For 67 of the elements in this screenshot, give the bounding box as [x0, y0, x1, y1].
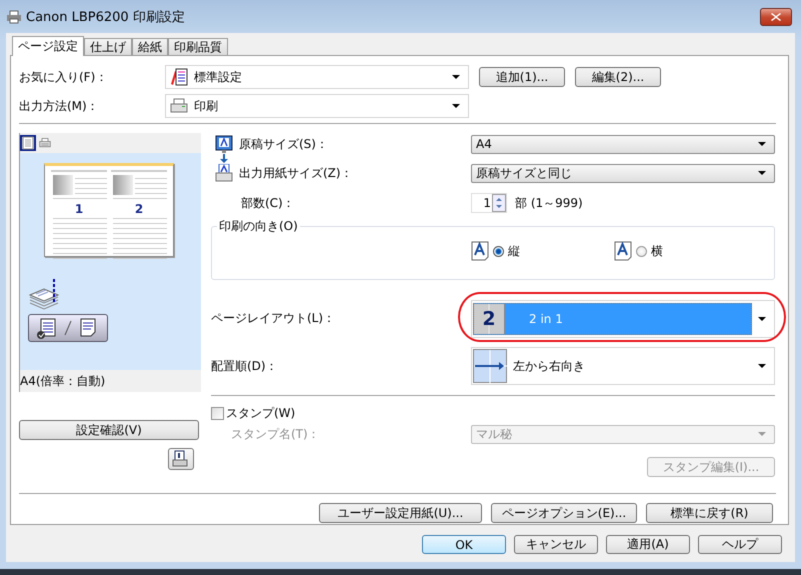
radio-button[interactable] [493, 246, 504, 256]
radio-label: 縦 [508, 242, 520, 260]
field-label: お気に入り(F)： [19, 68, 108, 86]
caret-icon [758, 142, 766, 146]
copies-spinner[interactable]: 1 [471, 193, 507, 213]
printer-icon [170, 98, 188, 114]
page-number: 1 [74, 202, 84, 216]
letter-a-page-icon [471, 241, 489, 261]
view-mode-button[interactable] [20, 135, 36, 151]
copies-range: 部 (1～999) [515, 194, 584, 212]
page-layout-dropdown[interactable]: 2 2 in 1 [471, 300, 775, 338]
tab[interactable]: 給紙 [132, 38, 168, 55]
monitor-document-icon [215, 135, 233, 153]
dropdown-value: 2 in 1 [529, 312, 563, 326]
caret-icon [758, 432, 766, 436]
spin-arrows-icon [492, 194, 506, 212]
button[interactable]: ページオプション(E)... [491, 503, 637, 523]
button[interactable]: キャンセル [514, 535, 598, 554]
letter-a-page-icon [614, 241, 632, 261]
radio-button[interactable] [636, 246, 647, 256]
caret-icon [758, 171, 766, 175]
checkbox-label: スタンプ(W) [226, 404, 296, 422]
dropdown[interactable]: 原稿サイズと同じ [471, 164, 775, 182]
button[interactable]: 標準に戻す(R) [646, 503, 773, 523]
dropdown[interactable]: 標準設定 [165, 65, 469, 89]
page-number: 2 [134, 202, 144, 216]
button[interactable]: 追加(1)... [479, 67, 565, 87]
field-label: スタンプ名(T)： [230, 426, 321, 442]
tab[interactable]: 仕上げ [84, 38, 132, 55]
checkbox[interactable] [211, 406, 224, 420]
page-icon [22, 136, 34, 150]
tab[interactable]: ページ設定 [12, 36, 84, 56]
close-icon [771, 12, 781, 20]
caret-icon [758, 317, 766, 321]
dropdown[interactable]: 左から右向き [471, 347, 775, 385]
caret-icon [758, 364, 766, 368]
field-label: 出力用紙サイズ(Z)： [239, 164, 353, 182]
field-label: ページレイアウト(L)： [211, 310, 336, 326]
caret-icon [452, 104, 460, 108]
button[interactable]: ヘルプ [698, 535, 782, 554]
info-printer-icon [172, 450, 190, 468]
info-button[interactable] [168, 448, 194, 470]
field-label: 配置順(D)： [211, 358, 279, 374]
layout-number-icon: 2 [474, 304, 505, 334]
field-label: 部数(C)： [240, 194, 296, 212]
field-label: 原稿サイズ(S)： [239, 136, 328, 152]
dropdown[interactable]: 印刷 [165, 94, 469, 118]
group-label: 印刷の向き(O) [217, 219, 300, 233]
duplex-toggle-button[interactable] [28, 314, 108, 342]
dropdown[interactable]: A4 [471, 134, 775, 154]
window-title: Canon LBP6200 印刷設定 [26, 8, 185, 26]
notepad-icon [170, 68, 188, 86]
down-arrow-icon [220, 154, 228, 163]
button[interactable]: 編集(2)... [575, 67, 661, 87]
printer-document-icon [215, 164, 233, 182]
close-button[interactable] [760, 8, 792, 26]
radio-label: 横 [651, 242, 663, 260]
preview-caption: A4(倍率：自動) [20, 370, 201, 392]
printer-icon [39, 136, 51, 150]
button[interactable]: OK [422, 535, 506, 554]
tab[interactable]: 印刷品質 [168, 38, 228, 55]
field-label: 出力方法(M)： [19, 98, 100, 114]
caret-icon [452, 75, 460, 79]
confirm-settings-button[interactable]: 設定確認(V) [19, 420, 199, 440]
button[interactable]: 適用(A) [606, 535, 690, 554]
button[interactable]: ユーザー設定用紙(U)... [319, 503, 482, 523]
printer-icon [6, 10, 22, 24]
